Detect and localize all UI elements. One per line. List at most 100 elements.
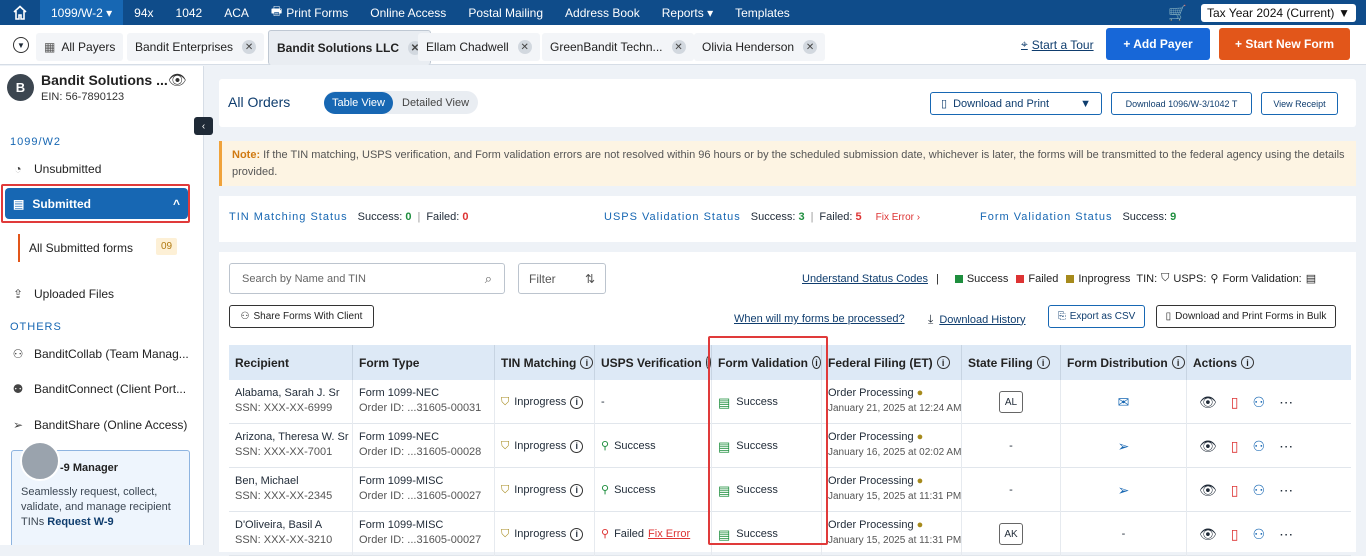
tab-bandit-solutions[interactable]: Bandit Solutions LLC ✕	[268, 30, 431, 65]
info-icon[interactable]: i	[1036, 356, 1050, 369]
download-1096-button[interactable]: Download 1096/W-3/1042 T	[1111, 92, 1252, 115]
tab-all-payers[interactable]: ▦ All Payers	[36, 33, 124, 61]
nav-templates[interactable]: Templates	[724, 0, 801, 25]
info-icon[interactable]: i	[936, 356, 950, 369]
federal-date: January 21, 2025 at 12:24 AM	[828, 403, 962, 414]
legend-inprogress: Inprogress	[1078, 272, 1131, 285]
nav-postal-mailing[interactable]: Postal Mailing	[457, 0, 554, 25]
view-eye-icon[interactable]: 👁	[1199, 394, 1217, 410]
close-icon[interactable]: ✕	[242, 40, 257, 54]
more-options-icon[interactable]: ⋯	[1279, 394, 1293, 410]
info-icon[interactable]: i	[580, 356, 594, 369]
send-check-icon[interactable]: ➢	[1118, 482, 1130, 498]
mail-check-icon[interactable]: ✉	[1118, 394, 1130, 410]
cart-icon[interactable]: 🛒	[1168, 4, 1187, 22]
sidebar-item-connect[interactable]: ⚉ BanditConnect (Client Port...	[10, 382, 186, 396]
bulk-download-button[interactable]: ▯ Download and Print Forms in Bulk	[1156, 305, 1336, 328]
when-processed-link[interactable]: When will my forms be processed?	[734, 313, 905, 325]
view-eye-icon[interactable]: 👁	[1199, 526, 1217, 542]
send-check-icon[interactable]: ➢	[1118, 438, 1130, 454]
col-label: Form Distribution	[1067, 355, 1168, 370]
nav-1042[interactable]: 1042	[165, 0, 214, 25]
start-new-form-button[interactable]: + Start New Form	[1219, 28, 1350, 60]
recipient-name[interactable]: Arizona, Theresa W. Sr	[235, 430, 349, 445]
tab-bandit-enterprises[interactable]: Bandit Enterprises ✕	[127, 33, 265, 61]
sidebar-item-share[interactable]: ➢ BanditShare (Online Access)	[10, 418, 187, 432]
close-icon[interactable]: ✕	[517, 40, 532, 54]
share-label: Share Forms With Client	[253, 311, 363, 322]
status-dot: ●	[916, 431, 924, 443]
eye-icon[interactable]: 👁	[168, 71, 187, 89]
understand-status-link[interactable]: Understand Status Codes	[802, 273, 928, 285]
recipient-name[interactable]: Ben, Michael	[235, 474, 346, 489]
nav-reports[interactable]: Reports ▾	[651, 0, 724, 25]
recipient-name[interactable]: D'Oliveira, Basil A	[235, 518, 346, 533]
request-w9-link[interactable]: Request W-9	[47, 516, 113, 528]
pdf-icon: ▯	[1165, 311, 1172, 322]
table-view-tab[interactable]: Table View	[324, 91, 393, 114]
status-dot: ●	[916, 475, 924, 487]
view-receipt-button[interactable]: View Receipt	[1261, 92, 1338, 115]
more-options-icon[interactable]: ⋯	[1279, 526, 1293, 542]
nav-1099-w2[interactable]: 1099/W-2 ▾	[40, 0, 124, 25]
user-plus-icon[interactable]: ⚇	[1253, 482, 1266, 498]
share-forms-button[interactable]: ⚇ Share Forms With Client	[229, 305, 374, 328]
view-eye-icon[interactable]: 👁	[1199, 438, 1217, 454]
state-badge[interactable]: AL	[999, 391, 1023, 413]
nav-online-access[interactable]: Online Access	[359, 0, 457, 25]
pdf-icon[interactable]: ▯	[1231, 482, 1239, 498]
compass-icon: ⌖	[1021, 37, 1028, 51]
user-plus-icon[interactable]: ⚇	[1253, 526, 1266, 542]
promo-text: Seamlessly request, collect, validate, a…	[21, 485, 186, 530]
nav-94x[interactable]: 94x	[123, 0, 164, 25]
view-eye-icon[interactable]: 👁	[1199, 482, 1217, 498]
sidebar-item-all-submitted[interactable]: All Submitted forms	[29, 241, 133, 255]
tax-year-select[interactable]: Tax Year 2024 (Current) ▼	[1201, 3, 1356, 22]
nav-aca[interactable]: ACA	[213, 0, 260, 25]
tab-label: Bandit Solutions LLC	[277, 41, 399, 55]
add-payer-button[interactable]: + Add Payer	[1106, 28, 1210, 60]
pdf-icon[interactable]: ▯	[1231, 526, 1239, 542]
info-icon[interactable]: i	[570, 527, 584, 541]
recipient-name[interactable]: Alabama, Sarah J. Sr	[235, 386, 346, 401]
user-plus-icon[interactable]: ⚇	[1253, 394, 1266, 410]
export-label: Export as CSV	[1069, 311, 1136, 322]
export-csv-button[interactable]: ⎘ Export as CSV	[1048, 305, 1145, 328]
info-icon[interactable]: i	[570, 483, 584, 497]
tab-ellam-chadwell[interactable]: Ellam Chadwell ✕	[418, 33, 540, 61]
sidebar-item-uploaded[interactable]: ⇪ Uploaded Files	[10, 287, 114, 301]
sidebar-item-collab[interactable]: ⚇ BanditCollab (Team Manag...	[10, 347, 189, 361]
tab-olivia-henderson[interactable]: Olivia Henderson ✕	[694, 33, 826, 61]
nav-print-forms[interactable]: 🖶 Print Forms	[260, 0, 359, 25]
info-icon[interactable]: i	[1241, 356, 1255, 369]
fix-error-link[interactable]: Fix Error ›	[876, 212, 920, 223]
collapse-sidebar-button[interactable]: ‹	[194, 117, 213, 135]
filter-button[interactable]: Filter ⇅	[518, 263, 606, 294]
download-print-button[interactable]: ▯ Download and Print ▼	[930, 92, 1102, 115]
chevron-down-icon[interactable]: ▼	[13, 37, 29, 53]
close-icon[interactable]: ✕	[803, 40, 818, 54]
start-tour-link[interactable]: ⌖ Start a Tour	[1021, 37, 1094, 52]
search-input[interactable]: Search by Name and TIN ⌕	[229, 263, 505, 294]
sidebar-item-unsubmitted[interactable]: ◔ Unsubmitted	[10, 162, 101, 176]
info-icon[interactable]: i	[1171, 356, 1185, 369]
detailed-view-tab[interactable]: Detailed View	[393, 97, 478, 109]
avatar: B	[7, 74, 34, 101]
pdf-icon[interactable]: ▯	[1231, 394, 1239, 410]
more-options-icon[interactable]: ⋯	[1279, 438, 1293, 454]
more-options-icon[interactable]: ⋯	[1279, 482, 1293, 498]
export-icon: ⎘	[1057, 311, 1066, 322]
info-icon[interactable]: i	[570, 439, 584, 453]
nav-address-book[interactable]: Address Book	[554, 0, 651, 25]
download-history-link[interactable]: ⤓ Download History	[928, 312, 1026, 327]
shield-icon: ⛉	[501, 395, 510, 408]
close-icon[interactable]: ✕	[671, 40, 686, 54]
fix-error-link[interactable]: Fix Error	[648, 527, 690, 542]
tab-greenbandit[interactable]: GreenBandit Techn... ✕	[542, 33, 694, 61]
user-plus-icon[interactable]: ⚇	[1253, 438, 1266, 454]
home-icon[interactable]	[0, 0, 40, 25]
tin-cell: ⛉ Inprogress i	[495, 468, 595, 512]
pdf-icon[interactable]: ▯	[1231, 438, 1239, 454]
state-badge[interactable]: AK	[999, 523, 1023, 545]
info-icon[interactable]: i	[570, 395, 584, 409]
